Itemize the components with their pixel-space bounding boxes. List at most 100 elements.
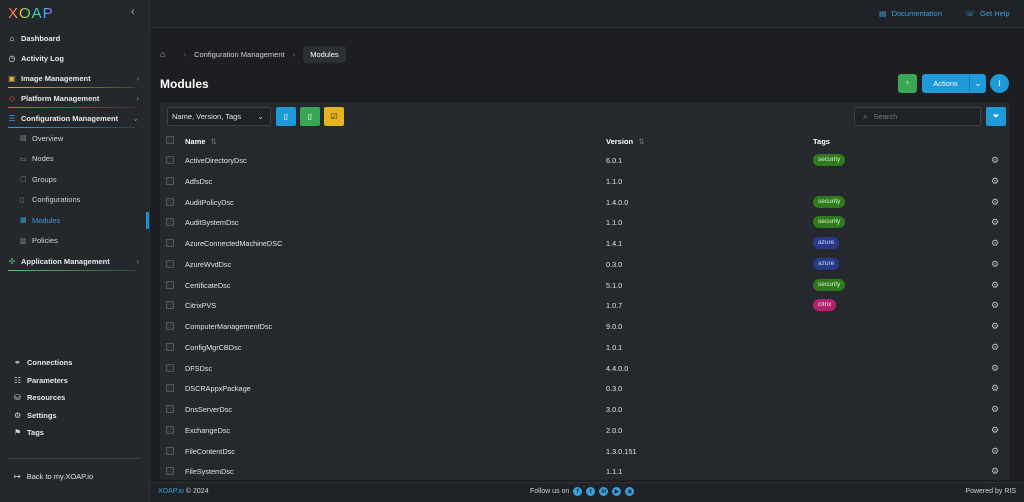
gear-icon[interactable]: ⚙ bbox=[991, 404, 999, 415]
table-row[interactable]: AuditSystemDsc 1.1.0 security ⚙ bbox=[160, 212, 1010, 233]
table-row[interactable]: FileContentDsc 1.3.0.151 ⚙ bbox=[160, 441, 1010, 462]
sidebar-item-activity-log[interactable]: ◷ Activity Log bbox=[0, 48, 149, 68]
xoap-logo[interactable]: XOAP bbox=[8, 5, 54, 22]
row-checkbox[interactable] bbox=[166, 342, 174, 351]
table-row[interactable]: DnsServerDsc 3.0.0 ⚙ bbox=[160, 399, 1010, 420]
select-all-checkbox[interactable] bbox=[166, 136, 174, 144]
twitter-icon[interactable]: t bbox=[586, 487, 596, 496]
table-row[interactable]: AdfsDsc 1.1.0 ⚙ bbox=[160, 171, 1010, 192]
github-icon[interactable]: ◉ bbox=[625, 487, 635, 496]
chevron-down-icon[interactable]: ⌄ bbox=[970, 78, 986, 89]
gear-icon[interactable]: ⚙ bbox=[991, 155, 999, 166]
row-checkbox[interactable] bbox=[166, 176, 174, 185]
module-name[interactable]: AuditPolicyDsc bbox=[185, 198, 234, 207]
table-row[interactable]: DFSDsc 4.4.0.0 ⚙ bbox=[160, 358, 1010, 379]
sidebar-item-resources[interactable]: ⛁ Resources bbox=[0, 389, 149, 407]
sort-icon[interactable]: ⇅ bbox=[638, 137, 644, 146]
module-name[interactable]: DSCRAppxPackage bbox=[185, 384, 251, 393]
sidebar-subitem-nodes[interactable]: ▭ Nodes bbox=[0, 149, 149, 170]
sidebar-subitem-configurations[interactable]: ▯ Configurations bbox=[0, 190, 149, 211]
table-row[interactable]: ComputerManagementDsc 9.0.0 ⚙ bbox=[160, 316, 1010, 337]
facebook-icon[interactable]: f bbox=[573, 487, 583, 496]
export-excel-button[interactable]: ▯ bbox=[300, 107, 320, 126]
home-icon[interactable]: ⌂ bbox=[160, 49, 165, 59]
row-checkbox[interactable] bbox=[166, 280, 174, 289]
gear-icon[interactable]: ⚙ bbox=[991, 280, 999, 291]
sidebar-item-tags[interactable]: ⚑ Tags bbox=[0, 424, 149, 442]
module-name[interactable]: AzureConnectedMachineDSC bbox=[185, 239, 282, 248]
documentation-link[interactable]: ▤ Documentation bbox=[879, 9, 942, 18]
linkedin-icon[interactable]: in bbox=[599, 487, 609, 496]
footer-brand[interactable]: XOAP.io bbox=[158, 488, 184, 495]
row-checkbox[interactable] bbox=[166, 259, 174, 268]
row-checkbox[interactable] bbox=[166, 218, 174, 227]
youtube-icon[interactable]: ▶ bbox=[612, 487, 622, 496]
table-row[interactable]: CertificateDsc 5.1.0 security ⚙ bbox=[160, 275, 1010, 296]
module-name[interactable]: FileContentDsc bbox=[185, 447, 235, 456]
table-row[interactable]: AzureConnectedMachineDSC 1.4.1 azure ⚙ bbox=[160, 233, 1010, 254]
module-name[interactable]: DnsServerDsc bbox=[185, 405, 232, 414]
row-checkbox[interactable] bbox=[166, 322, 174, 330]
chevron-left-icon[interactable]: ‹ bbox=[131, 6, 135, 18]
gear-icon[interactable]: ⚙ bbox=[991, 176, 999, 187]
gear-icon[interactable]: ⚙ bbox=[991, 197, 999, 208]
module-name[interactable]: CitrixPVS bbox=[185, 301, 216, 310]
row-checkbox[interactable] bbox=[166, 301, 174, 310]
gear-icon[interactable]: ⚙ bbox=[991, 238, 999, 249]
table-row[interactable]: FileSystemDsc 1.1.1 ⚙ bbox=[160, 461, 1010, 482]
table-row[interactable]: AuditPolicyDsc 1.4.0.0 security ⚙ bbox=[160, 192, 1010, 213]
column-select[interactable]: Name, Version, Tags ⌄ bbox=[167, 107, 271, 126]
table-row[interactable]: CitrixPVS 1.0.7 citrix ⚙ bbox=[160, 295, 1010, 316]
sidebar-subitem-modules[interactable]: ▦ Modules bbox=[0, 210, 149, 231]
table-row[interactable]: AzureWvdDsc 0.3.0 azure ⚙ bbox=[160, 254, 1010, 275]
module-name[interactable]: AdfsDsc bbox=[185, 177, 212, 186]
breadcrumb-parent[interactable]: Configuration Management bbox=[194, 50, 284, 59]
module-name[interactable]: CertificateDsc bbox=[185, 281, 230, 290]
module-name[interactable]: AzureWvdDsc bbox=[185, 260, 231, 269]
gear-icon[interactable]: ⚙ bbox=[991, 425, 999, 436]
module-name[interactable]: FileSystemDsc bbox=[185, 467, 234, 476]
table-row[interactable]: ConfigMgrCBDsc 1.0.1 ⚙ bbox=[160, 337, 1010, 358]
info-button[interactable]: i bbox=[990, 74, 1009, 93]
gear-icon[interactable]: ⚙ bbox=[991, 300, 999, 311]
gear-icon[interactable]: ⚙ bbox=[991, 383, 999, 394]
sidebar-item-application-management[interactable]: ✣ Application Management › bbox=[0, 251, 149, 271]
sidebar-item-platform-management[interactable]: ◇ Platform Management › bbox=[0, 88, 149, 108]
sidebar-item-configuration-management[interactable]: ☰ Configuration Management ⌄ bbox=[0, 108, 149, 128]
sidebar-subitem-overview[interactable]: ▤ Overview bbox=[0, 128, 149, 149]
table-row[interactable]: ExchangeDsc 2.0.0 ⚙ bbox=[160, 420, 1010, 441]
module-name[interactable]: DFSDsc bbox=[185, 364, 212, 373]
add-button[interactable]: + bbox=[898, 74, 917, 93]
export-csv-button[interactable]: ▯ bbox=[276, 107, 296, 126]
row-checkbox[interactable] bbox=[166, 197, 174, 206]
column-header-name[interactable]: Name ⇅ bbox=[185, 137, 217, 146]
sidebar-item-image-management[interactable]: ▣ Image Management › bbox=[0, 68, 149, 88]
filter-button[interactable]: ⏷ bbox=[986, 107, 1006, 126]
row-checkbox[interactable] bbox=[166, 405, 174, 413]
back-to-xoap-link[interactable]: ↦ Back to my.XOAP.io bbox=[14, 472, 93, 481]
row-checkbox[interactable] bbox=[166, 156, 174, 164]
row-checkbox[interactable] bbox=[166, 384, 174, 393]
column-header-version[interactable]: Version ⇅ bbox=[606, 137, 644, 146]
gear-icon[interactable]: ⚙ bbox=[991, 363, 999, 374]
sidebar-subitem-groups[interactable]: ▢ Groups bbox=[0, 169, 149, 190]
gear-icon[interactable]: ⚙ bbox=[991, 217, 999, 228]
sort-icon[interactable]: ⇅ bbox=[210, 137, 216, 146]
search-field[interactable]: ⌕ Search bbox=[854, 107, 981, 126]
row-checkbox[interactable] bbox=[166, 363, 174, 372]
table-row[interactable]: DSCRAppxPackage 0.3.0 ⚙ bbox=[160, 378, 1010, 399]
actions-button[interactable]: Actions ⌄ bbox=[922, 74, 986, 93]
gear-icon[interactable]: ⚙ bbox=[991, 446, 999, 457]
select-all-button[interactable]: ☑ bbox=[324, 107, 344, 126]
module-name[interactable]: ConfigMgrCBDsc bbox=[185, 343, 241, 352]
sidebar-subitem-policies[interactable]: ▥ Policies bbox=[0, 231, 149, 252]
module-name[interactable]: AuditSystemDsc bbox=[185, 218, 239, 227]
row-checkbox[interactable] bbox=[166, 446, 174, 455]
sidebar-item-connections[interactable]: ⚭ Connections bbox=[0, 354, 149, 372]
row-checkbox[interactable] bbox=[166, 425, 174, 434]
table-row[interactable]: ActiveDirectoryDsc 6.0.1 security ⚙ bbox=[160, 150, 1010, 171]
gear-icon[interactable]: ⚙ bbox=[991, 321, 999, 332]
row-checkbox[interactable] bbox=[166, 239, 174, 247]
sidebar-item-settings[interactable]: ⚙ Settings bbox=[0, 407, 149, 425]
gear-icon[interactable]: ⚙ bbox=[991, 466, 999, 477]
